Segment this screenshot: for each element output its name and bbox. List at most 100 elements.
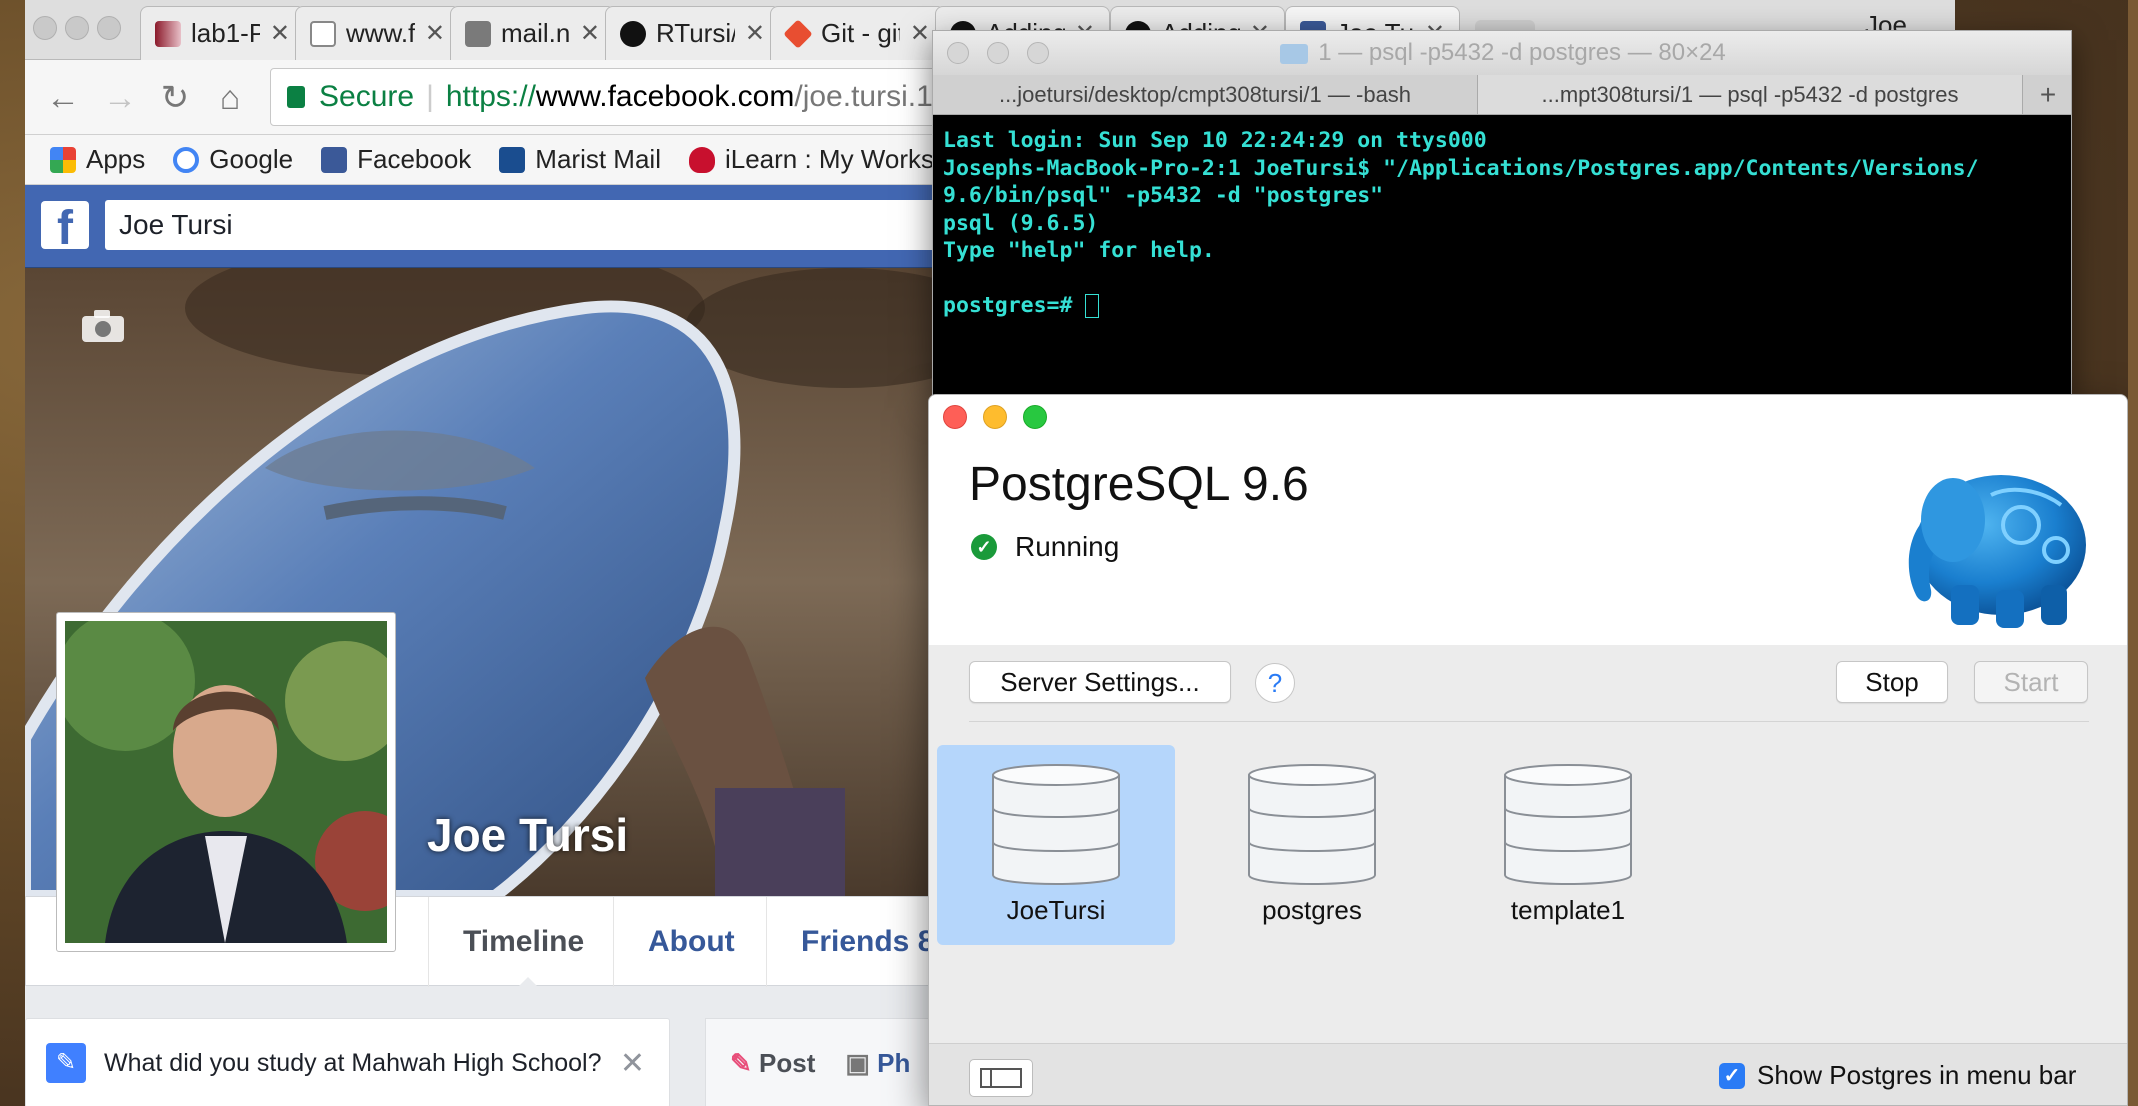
new-terminal-tab-icon[interactable]: + bbox=[2023, 75, 2071, 114]
show-in-menu-bar-checkbox[interactable]: ✓ Show Postgres in menu bar bbox=[1719, 1060, 2076, 1091]
terminal-line: ​ bbox=[943, 265, 2063, 293]
tab-title: Git - git bbox=[821, 18, 900, 48]
terminal-tab-psql[interactable]: ...mpt308tursi/1 — psql -p5432 -d postgr… bbox=[1478, 75, 2023, 114]
bookmark-label: Marist Mail bbox=[535, 144, 661, 174]
start-button[interactable]: Start bbox=[1974, 661, 2088, 703]
database-item-postgres[interactable]: postgres bbox=[1193, 745, 1431, 945]
question-text: What did you study at Mahwah High School… bbox=[104, 1048, 602, 1077]
postgres-app-window: PostgreSQL 9.6 ✓ Running Server Settings… bbox=[928, 394, 2128, 1106]
back-icon[interactable]: ← bbox=[43, 78, 83, 118]
bookmark-apps[interactable]: Apps bbox=[50, 144, 145, 175]
tab-title: www.fac bbox=[346, 18, 415, 48]
database-icon bbox=[992, 764, 1120, 885]
database-item-template1[interactable]: template1 bbox=[1449, 745, 1687, 945]
bookmark-ilearn[interactable]: iLearn : My Works bbox=[688, 144, 934, 175]
tab-close-icon[interactable]: ✕ bbox=[910, 19, 930, 48]
terminal-prompt-line: postgres=# bbox=[943, 292, 2063, 320]
tab-title: RTursi/c bbox=[656, 18, 735, 48]
window-zoom-button[interactable] bbox=[1027, 42, 1049, 64]
github-icon bbox=[620, 20, 646, 47]
fox-icon bbox=[688, 146, 715, 173]
help-button[interactable]: ? bbox=[1255, 663, 1295, 703]
bookmark-label: Google bbox=[209, 144, 294, 174]
tab-close-icon[interactable]: ✕ bbox=[270, 19, 290, 48]
profile-photo bbox=[65, 621, 387, 943]
folder-icon bbox=[1280, 43, 1309, 64]
tab-title: lab1-Po bbox=[191, 18, 260, 48]
google-icon bbox=[173, 146, 200, 173]
status-label: Running bbox=[1015, 531, 1120, 562]
camera-icon[interactable] bbox=[80, 308, 126, 344]
window-zoom-button[interactable] bbox=[1023, 405, 1047, 429]
bookmark-label: Apps bbox=[86, 144, 146, 174]
marist-icon bbox=[499, 146, 526, 173]
database-icon bbox=[1248, 764, 1376, 885]
url-host: www.facebook.com bbox=[535, 80, 795, 113]
home-icon[interactable]: ⌂ bbox=[210, 78, 250, 118]
tab-close-icon[interactable]: ✕ bbox=[580, 19, 600, 48]
pencil-icon: ✎ bbox=[46, 1043, 86, 1083]
apps-grid-icon bbox=[50, 146, 76, 173]
close-icon[interactable]: ✕ bbox=[620, 1046, 645, 1081]
facebook-logo-icon[interactable]: f bbox=[41, 201, 89, 255]
tab-close-icon[interactable]: ✕ bbox=[745, 19, 765, 48]
terminal-tabs: ...joetursi/desktop/cmpt308tursi/1 — -ba… bbox=[933, 75, 2071, 115]
server-title: PostgreSQL 9.6 bbox=[969, 458, 1309, 511]
browser-tab[interactable]: mail.not ✕ bbox=[450, 6, 615, 60]
lock-icon bbox=[287, 86, 305, 108]
terminal-tab-bash[interactable]: ...joetursi/desktop/cmpt308tursi/1 — -ba… bbox=[933, 75, 1478, 114]
bookmark-facebook[interactable]: Facebook bbox=[321, 144, 471, 175]
browser-tab[interactable]: Git - git ✕ bbox=[770, 6, 945, 60]
composer-post-label: Post bbox=[759, 1047, 816, 1078]
forward-icon[interactable]: → bbox=[100, 78, 140, 118]
browser-tab[interactable]: www.fac ✕ bbox=[295, 6, 460, 60]
browser-tab[interactable]: RTursi/c ✕ bbox=[605, 6, 780, 60]
stop-button[interactable]: Stop bbox=[1836, 661, 1948, 703]
server-settings-button[interactable]: Server Settings... bbox=[969, 661, 1231, 703]
sidebar-toggle-button[interactable] bbox=[969, 1059, 1033, 1097]
checkbox-label: Show Postgres in menu bar bbox=[1757, 1060, 2077, 1090]
window-close-button[interactable] bbox=[947, 42, 969, 64]
terminal-cursor bbox=[1085, 294, 1100, 318]
mail-icon bbox=[465, 20, 491, 47]
composer-photo-label: Ph bbox=[877, 1047, 911, 1078]
database-label: postgres bbox=[1262, 895, 1362, 925]
profile-name[interactable]: Joe Tursi bbox=[427, 808, 628, 862]
terminal-prompt: postgres=# bbox=[943, 293, 1086, 318]
tab-timeline[interactable]: Timeline bbox=[428, 897, 618, 987]
bookmark-marist-mail[interactable]: Marist Mail bbox=[499, 144, 661, 175]
window-zoom-button[interactable] bbox=[97, 16, 121, 40]
window-minimize-button[interactable] bbox=[65, 16, 89, 40]
tab-title: mail.not bbox=[501, 18, 570, 48]
terminal-titlebar: 1 — psql -p5432 -d postgres — 80×24 bbox=[933, 31, 2071, 75]
terminal-line: psql (9.6.5) bbox=[943, 210, 1099, 236]
reload-icon[interactable]: ↻ bbox=[155, 78, 195, 118]
terminal-line: Last login: Sun Sep 10 22:24:29 on ttys0… bbox=[943, 128, 1487, 153]
database-icon bbox=[1504, 764, 1632, 885]
composer-post-tab[interactable]: ✎ Post bbox=[730, 1048, 815, 1079]
window-minimize-button[interactable] bbox=[987, 42, 1009, 64]
secure-label: Secure bbox=[319, 80, 415, 113]
tab-close-icon[interactable]: ✕ bbox=[425, 19, 445, 48]
terminal-line: Type "help" for help. bbox=[943, 238, 1215, 263]
composer-photo-tab[interactable]: ▣ Ph bbox=[845, 1048, 910, 1079]
terminal-line: Josephs-MacBook-Pro-2:1 JoeTursi$ "/Appl… bbox=[943, 155, 1979, 181]
bookmark-label: Facebook bbox=[357, 144, 472, 174]
elephant-logo-icon bbox=[1891, 435, 2091, 635]
active-tab-pointer bbox=[516, 977, 540, 989]
terminal-window: 1 — psql -p5432 -d postgres — 80×24 ...j… bbox=[932, 30, 2072, 398]
divider bbox=[969, 721, 2089, 722]
terminal-output[interactable]: Last login: Sun Sep 10 22:24:29 on ttys0… bbox=[943, 127, 2063, 397]
profile-picture[interactable] bbox=[56, 612, 396, 952]
profile-question-card[interactable]: ✎ What did you study at Mahwah High Scho… bbox=[25, 1018, 670, 1106]
camera-icon: ▣ bbox=[845, 1047, 878, 1078]
tab-about[interactable]: About bbox=[613, 897, 769, 987]
browser-tab[interactable]: lab1-Po ✕ bbox=[140, 6, 305, 60]
database-item-joetursi[interactable]: JoeTursi bbox=[937, 745, 1175, 945]
window-minimize-button[interactable] bbox=[983, 405, 1007, 429]
url-separator: | bbox=[426, 80, 434, 113]
window-close-button[interactable] bbox=[33, 16, 57, 40]
bookmark-google[interactable]: Google bbox=[173, 144, 293, 175]
window-close-button[interactable] bbox=[943, 405, 967, 429]
url-scheme: https:// bbox=[445, 80, 536, 113]
